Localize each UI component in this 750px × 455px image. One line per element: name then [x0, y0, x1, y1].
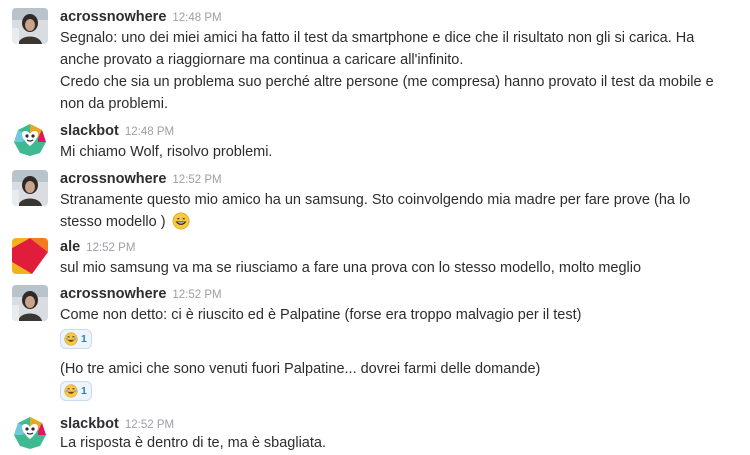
message-header: slackbot 12:48 PM [60, 122, 174, 141]
message-text: Stranamente questo mio amico ha un samsu… [60, 189, 728, 233]
ale-avatar [12, 238, 48, 274]
reaction-count: 1 [81, 333, 87, 345]
message-line: Stranamente questo mio amico ha un samsu… [60, 192, 691, 208]
message-line: La risposta è dentro di te, ma è sbaglia… [60, 435, 326, 451]
message-header: acrossnowhere 12:52 PM [60, 285, 222, 304]
user-photo-avatar [12, 8, 48, 44]
message-line: anche provato a riaggiornare ma continua… [60, 52, 464, 68]
joy-emoji [64, 332, 78, 346]
avatar[interactable] [12, 122, 48, 158]
reaction-joy[interactable]: 1 [60, 381, 92, 401]
avatar[interactable] [12, 170, 48, 206]
username[interactable]: ale [60, 239, 80, 255]
message-header: acrossnowhere 12:52 PM [60, 170, 222, 189]
reaction-count: 1 [81, 385, 87, 397]
message-text: Come non detto: ci è riuscito ed è Palpa… [60, 304, 728, 326]
timestamp[interactable]: 12:48 PM [125, 126, 174, 138]
grinning-face-emoji [172, 212, 190, 230]
username[interactable]: acrossnowhere [60, 286, 166, 302]
avatar[interactable] [12, 238, 48, 274]
message-line: Come non detto: ci è riuscito ed è Palpa… [60, 307, 582, 323]
message-line: non da problemi. [60, 96, 169, 112]
joy-emoji [64, 384, 78, 398]
message-text: La risposta è dentro di te, ma è sbaglia… [60, 432, 728, 454]
message-text: sul mio samsung va ma se riusciamo a far… [60, 257, 728, 279]
message-header: acrossnowhere 12:48 PM [60, 8, 222, 27]
timestamp[interactable]: 12:48 PM [172, 12, 221, 24]
timestamp[interactable]: 12:52 PM [125, 419, 174, 431]
timestamp[interactable]: 12:52 PM [172, 174, 221, 186]
avatar[interactable] [12, 8, 48, 44]
message-text: (Ho tre amici che sono venuti fuori Palp… [60, 358, 728, 380]
username[interactable]: slackbot [60, 123, 119, 139]
timestamp[interactable]: 12:52 PM [86, 242, 135, 254]
message-line: (Ho tre amici che sono venuti fuori Palp… [60, 361, 541, 377]
avatar[interactable] [12, 285, 48, 321]
username[interactable]: slackbot [60, 416, 119, 432]
message-line: Segnalo: uno dei miei amici ha fatto il … [60, 30, 695, 46]
message-line: Credo che sia un problema suo perché alt… [60, 74, 714, 90]
message-line-with-emoji: stesso modello ) [60, 211, 728, 233]
timestamp[interactable]: 12:52 PM [172, 289, 221, 301]
message-header: ale 12:52 PM [60, 238, 135, 257]
reaction-joy[interactable]: 1 [60, 329, 92, 349]
slackbot-heart-icon [12, 415, 48, 451]
username[interactable]: acrossnowhere [60, 9, 166, 25]
user-photo-avatar [12, 285, 48, 321]
message-line: sul mio samsung va ma se riusciamo a far… [60, 260, 642, 276]
message-text: Segnalo: uno dei miei amici ha fatto il … [60, 27, 728, 115]
message-line: Mi chiamo Wolf, risolvo problemi. [60, 144, 273, 160]
username[interactable]: acrossnowhere [60, 171, 166, 187]
message-text: Mi chiamo Wolf, risolvo problemi. [60, 141, 728, 163]
message-line: stesso modello ) [60, 214, 166, 230]
user-photo-avatar [12, 170, 48, 206]
avatar[interactable] [12, 415, 48, 451]
slackbot-heart-icon [12, 122, 48, 158]
